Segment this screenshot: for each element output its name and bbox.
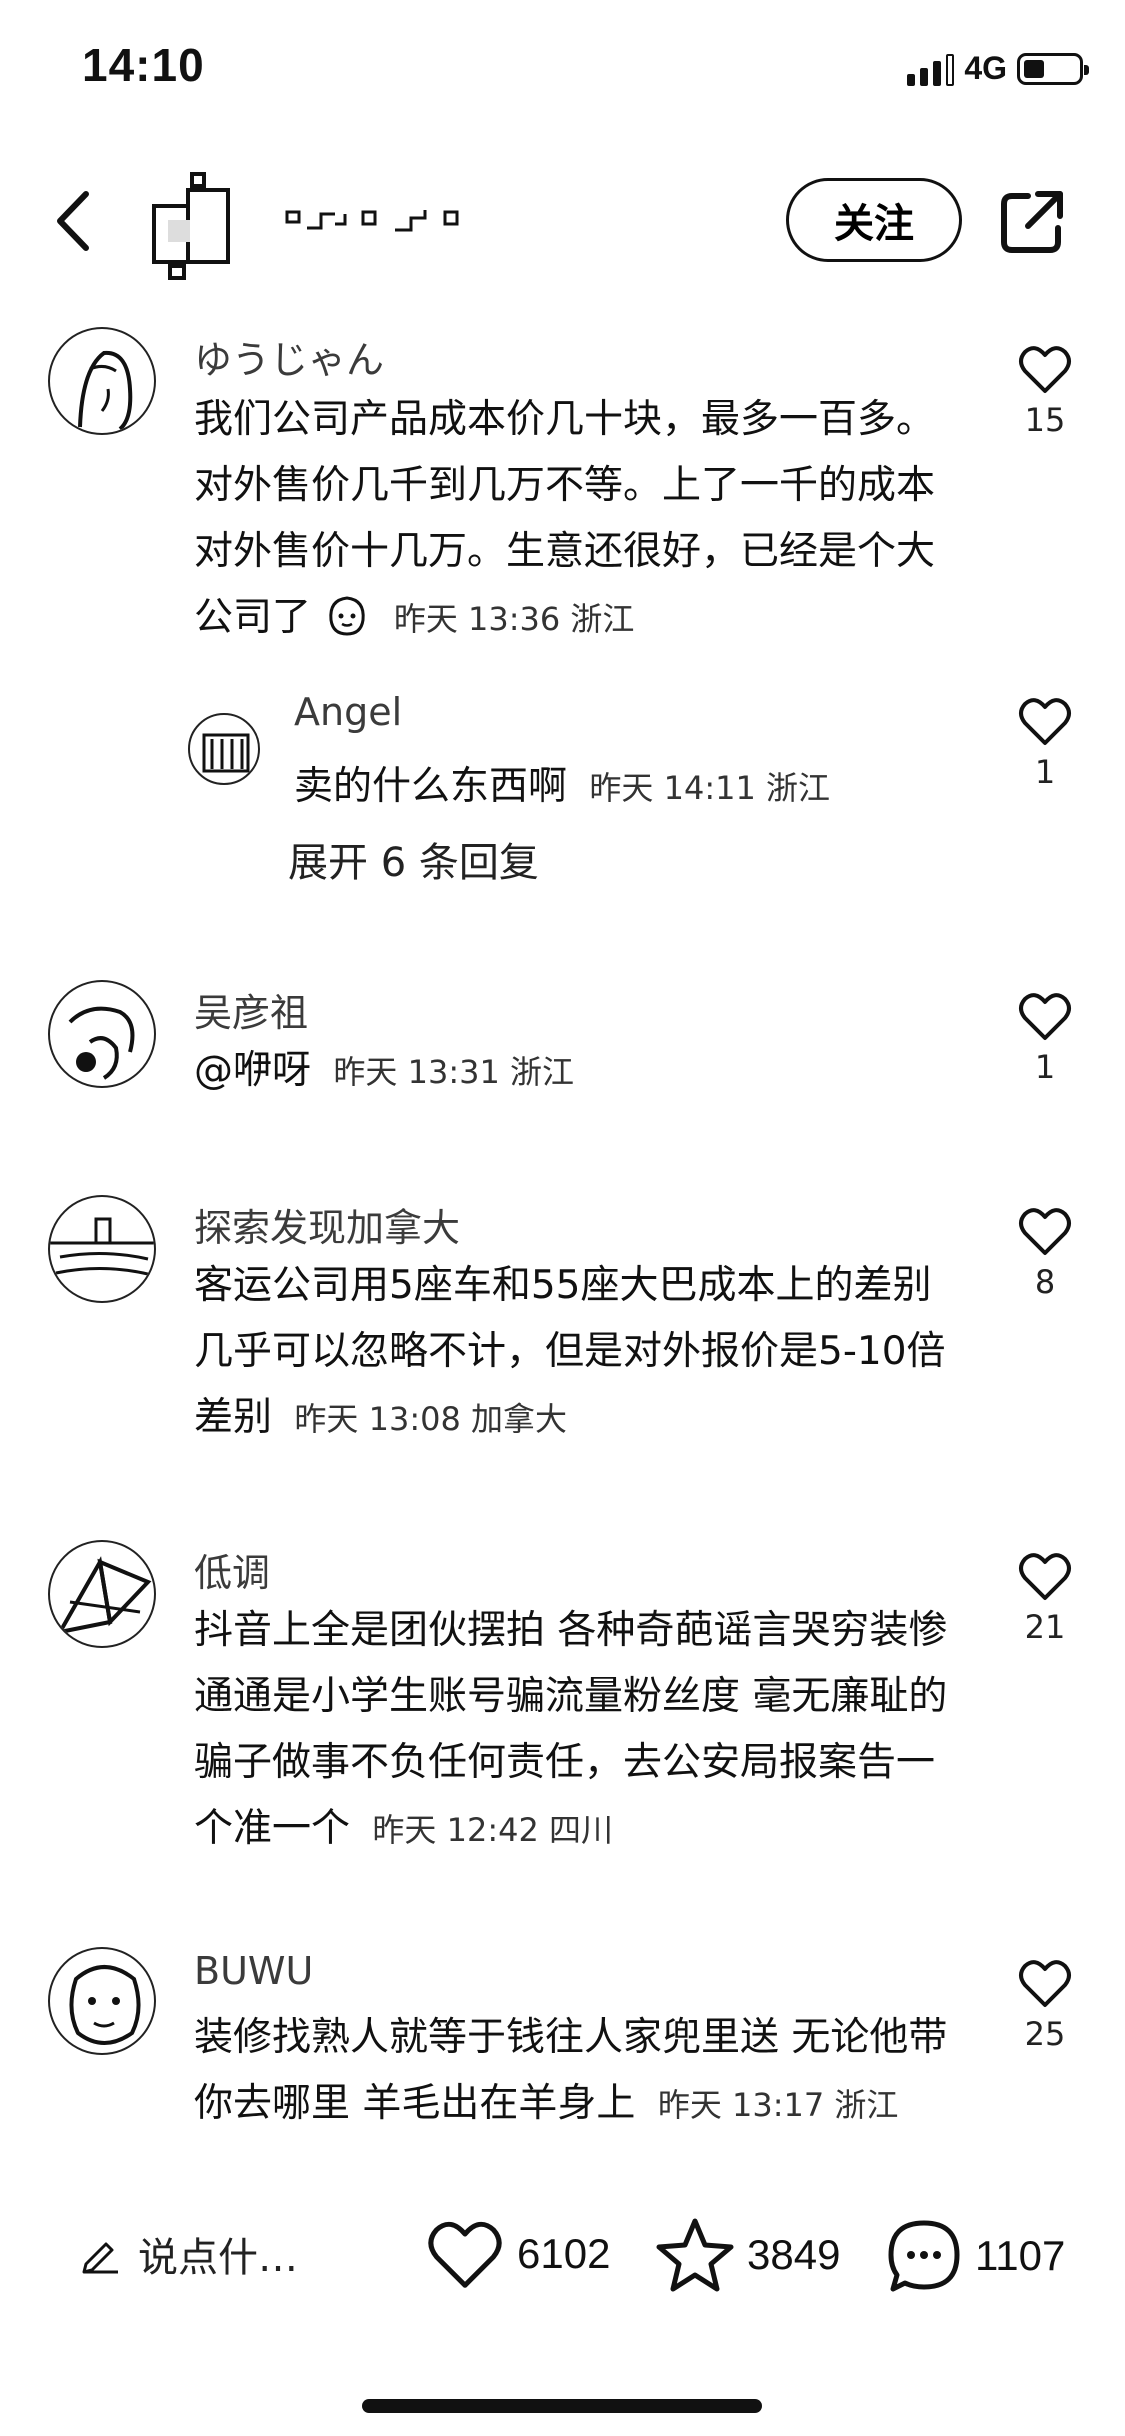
comment-body: 抖音上全是团伙摆拍 各种奇葩谣言哭穷装惨通通是小学生账号骗流量粉丝度 毫无廉耻的…	[194, 1598, 954, 1863]
share-icon	[1001, 191, 1063, 253]
smile-emoji-icon	[329, 596, 366, 636]
comment-username[interactable]: BUWU	[194, 1949, 313, 1993]
favorite-total: 3849	[747, 2231, 841, 2278]
heart-icon	[1019, 1960, 1071, 2007]
like-count: 15	[1024, 401, 1066, 439]
comment-username[interactable]: 探索发现加拿大	[194, 1197, 460, 1252]
expand-replies-button[interactable]: 展开 6 条回复	[288, 830, 539, 888]
comment-meta: 昨天 13:17 浙江	[657, 2086, 899, 2124]
comment-meta: 昨天 13:31 浙江	[333, 1053, 574, 1091]
top-nav: 关注	[0, 160, 1125, 280]
avatar[interactable]	[48, 980, 156, 1088]
comment-total: 1107	[975, 2232, 1066, 2279]
comment-like-button[interactable]: 25	[1010, 1957, 1080, 2053]
home-indicator[interactable]	[362, 2399, 762, 2413]
avatar[interactable]	[48, 1195, 156, 1303]
like-total: 6102	[517, 2230, 611, 2277]
comment-like-button[interactable]: 1	[1010, 990, 1080, 1086]
share-button[interactable]	[998, 188, 1066, 256]
comment-username[interactable]: ゆうじゃん	[194, 329, 384, 384]
status-indicators: 4G	[907, 50, 1089, 87]
reply-avatar[interactable]	[188, 713, 260, 785]
comment-username[interactable]: 低调	[194, 1542, 270, 1597]
user-avatar-image	[202, 733, 250, 773]
back-chevron-icon	[57, 191, 89, 251]
signal-icon	[907, 52, 955, 86]
comment-body: 客运公司用5座车和55座大巴成本上的差别几乎可以忽略不计，但是对外报价是5-10…	[194, 1253, 954, 1452]
pencil-icon	[82, 2242, 118, 2274]
reply-text: 卖的什么东西啊	[294, 764, 568, 809]
star-icon	[656, 2218, 734, 2292]
reply-meta: 昨天 14:11 浙江	[589, 769, 830, 807]
comment-like-button[interactable]: 8	[1010, 1205, 1080, 1301]
heart-icon	[1019, 1208, 1071, 1255]
like-video-button[interactable]: 6102	[425, 2217, 610, 2291]
like-count: 8	[1034, 1263, 1056, 1301]
user-avatar-image	[50, 1217, 154, 1277]
user-avatar-image	[78, 350, 133, 431]
user-avatar-image	[68, 1006, 135, 1080]
heart-icon	[1019, 993, 1071, 1040]
heart-icon	[428, 2221, 502, 2288]
author-name-glyphs	[285, 210, 459, 232]
avatar[interactable]	[48, 1540, 156, 1648]
heart-icon	[1019, 1553, 1071, 1600]
author-avatar[interactable]	[148, 170, 258, 280]
comment-text: @咿呀	[194, 1048, 312, 1093]
comment-like-button[interactable]: 15	[1010, 343, 1080, 439]
back-button[interactable]	[42, 186, 112, 256]
bottom-action-bar: 说点什… 6102 3849 1107	[0, 2195, 1125, 2315]
comment-list[interactable]: ゆうじゃん 我们公司产品成本价几十块，最多一百多。对外售价几千到几万不等。上了一…	[0, 315, 1125, 2175]
favorite-button[interactable]: 3849	[655, 2217, 840, 2293]
reply-username[interactable]: Angel	[294, 690, 402, 734]
like-count: 1	[1034, 1048, 1056, 1086]
comment-meta: 昨天 12:42 四川	[372, 1811, 613, 1849]
avatar[interactable]	[48, 327, 156, 435]
comment-meta: 昨天 13:08 加拿大	[294, 1400, 567, 1438]
comments-button[interactable]: 1107	[885, 2217, 1065, 2295]
reply-body: 卖的什么东西啊 昨天 14:11 浙江	[294, 755, 830, 811]
user-avatar-image	[56, 1556, 152, 1635]
author-name[interactable]	[285, 202, 495, 242]
reply-like-button[interactable]: 1	[1010, 695, 1080, 791]
comment-meta: 昨天 13:36 浙江	[393, 600, 635, 638]
pixel-logo-icon	[152, 172, 230, 280]
battery-icon	[1017, 52, 1089, 85]
status-bar: 14:10 4G	[0, 0, 1125, 130]
heart-icon	[1019, 346, 1071, 393]
status-time: 14:10	[82, 39, 205, 91]
avatar[interactable]	[48, 1947, 156, 2055]
comment-bubble-icon	[888, 2220, 960, 2292]
like-count: 25	[1024, 2015, 1066, 2053]
heart-icon	[1019, 698, 1071, 745]
comment-like-button[interactable]: 21	[1010, 1550, 1080, 1646]
user-avatar-image	[69, 1965, 141, 2045]
like-count: 1	[1034, 753, 1056, 791]
like-count: 21	[1024, 1608, 1066, 1646]
follow-button[interactable]: 关注	[786, 178, 962, 262]
comment-body: 我们公司产品成本价几十块，最多一百多。对外售价几千到几万不等。上了一千的成本对外…	[194, 387, 954, 652]
network-type: 4G	[964, 50, 1007, 86]
comment-username[interactable]: 吴彦祖	[194, 982, 308, 1037]
compose-placeholder: 说点什…	[138, 2235, 298, 2281]
comment-body: @咿呀 昨天 13:31 浙江	[194, 1038, 954, 1105]
comment-body: 装修找熟人就等于钱往人家兜里送 无论他带你去哪里 羊毛出在羊身上 昨天 13:1…	[194, 2005, 954, 2138]
compose-comment-input[interactable]: 说点什…	[80, 2225, 298, 2283]
